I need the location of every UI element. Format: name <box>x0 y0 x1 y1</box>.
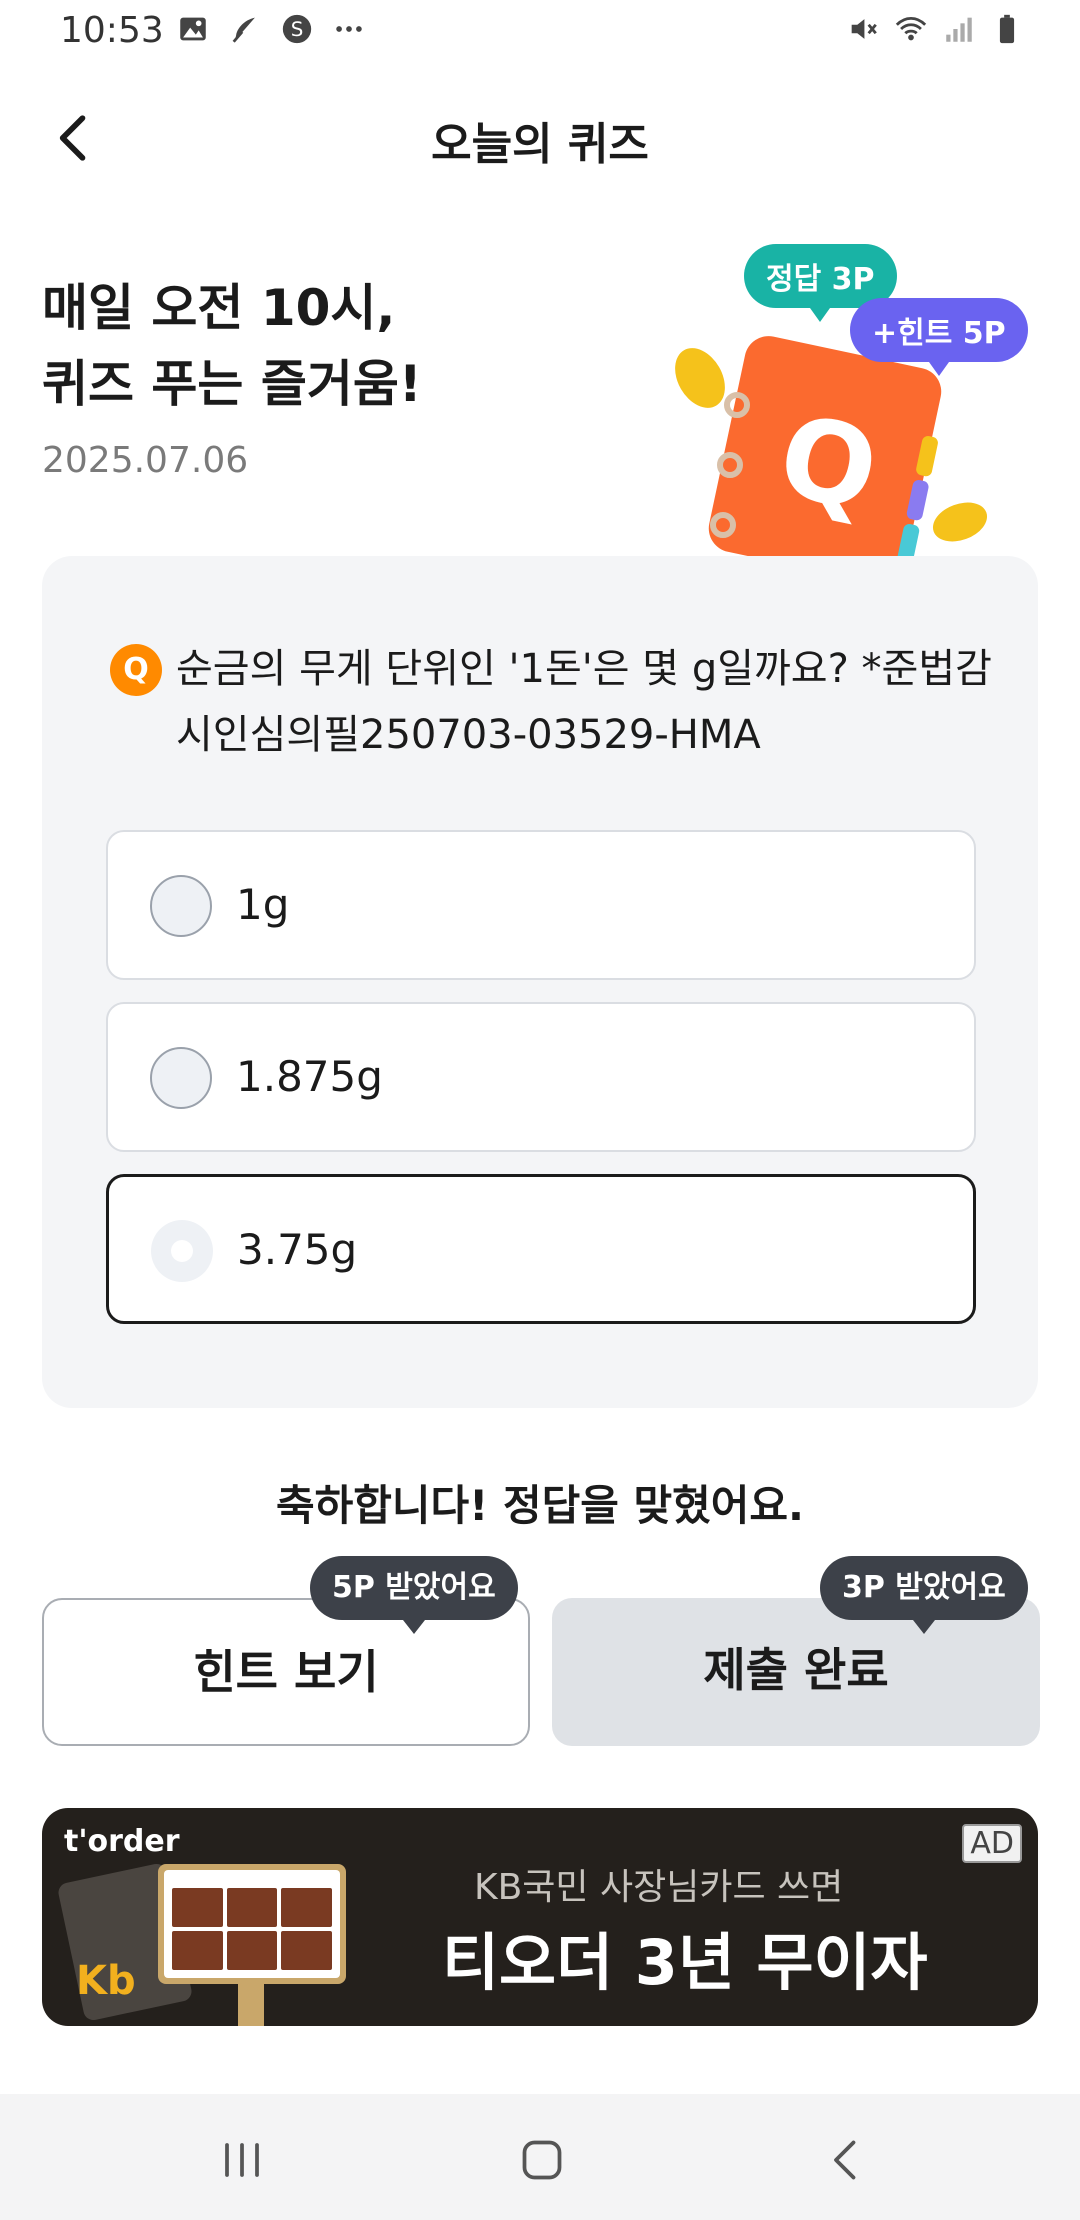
coin-right-icon <box>932 502 988 542</box>
ad-banner[interactable]: t'order Kb KB국민 사장님카드 쓰면 티오더 3년 무이자 AD <box>42 1808 1038 2026</box>
ad-tablet-image <box>158 1864 346 1984</box>
submit-complete-button[interactable]: 제출 완료 <box>552 1598 1040 1746</box>
question-card: Q 순금의 무게 단위인 '1돈'은 몇 g일까요? *준법감시인심의필2507… <box>42 556 1038 1408</box>
page-title: 오늘의 퀴즈 <box>431 119 649 170</box>
ad-tag: AD <box>962 1824 1022 1863</box>
status-time: 10:53 <box>60 10 164 51</box>
ad-card-logo: Kb <box>76 1958 136 2004</box>
system-nav-bar <box>0 2094 1080 2220</box>
result-message: 축하합니다! 정답을 맞혔어요. <box>275 1481 805 1530</box>
answer-option-label: 1g <box>236 880 290 929</box>
wifi-icon <box>895 16 927 41</box>
answer-option-label: 3.75g <box>237 1225 358 1274</box>
image-icon <box>180 17 206 41</box>
hero-title-line1: 매일 오전 10시, <box>42 279 396 337</box>
hero-title-line2: 퀴즈 푸는 즐거움! <box>42 355 422 413</box>
app-bar: 오늘의 퀴즈 <box>0 90 1080 186</box>
ad-subtitle: KB국민 사장님카드 쓰면 <box>474 1867 844 1908</box>
ad-tablet-stand <box>238 1984 264 2026</box>
hint-points-tooltip: 5P 받았어요 <box>310 1556 518 1634</box>
battery-icon <box>999 14 1015 44</box>
radio-button[interactable] <box>150 875 212 937</box>
recent-apps-icon[interactable] <box>212 2130 272 2190</box>
svg-text:S: S <box>291 18 304 41</box>
answer-option-label: 1.875g <box>236 1052 383 1101</box>
more-icon <box>336 26 362 32</box>
submit-points-tooltip: 3P 받았어요 <box>820 1556 1028 1634</box>
hero-title: 매일 오전 10시, 퀴즈 푸는 즐거움! <box>42 270 422 422</box>
radio-button-selected[interactable] <box>151 1220 213 1282</box>
answer-option-3[interactable]: 3.75g <box>106 1174 976 1324</box>
badge-hint-points: +힌트 5P <box>850 298 1028 376</box>
hint-button[interactable]: 힌트 보기 <box>42 1598 530 1746</box>
answer-option-2[interactable]: 1.875g <box>106 1002 976 1152</box>
feather-icon <box>232 17 255 43</box>
question-text: 순금의 무게 단위인 '1돈'은 몇 g일까요? *준법감시인심의필250703… <box>176 646 992 758</box>
s-circle-icon: S <box>282 14 312 44</box>
radio-button[interactable] <box>150 1047 212 1109</box>
home-icon[interactable] <box>512 2130 572 2190</box>
status-bar: 10:53 S <box>0 0 1080 64</box>
mute-icon <box>851 19 877 39</box>
quiz-date: 2025.07.06 <box>42 440 249 481</box>
ad-brand-logo: t'order <box>64 1824 180 1859</box>
ad-headline: 티오더 3년 무이자 <box>442 1926 928 1999</box>
status-icons-left: S <box>176 12 366 46</box>
question-badge-icon: Q <box>110 644 162 696</box>
status-icons-right <box>846 12 1024 46</box>
answer-option-1[interactable]: 1g <box>106 830 976 980</box>
signal-icon <box>946 17 972 42</box>
nav-back-icon[interactable] <box>816 2130 876 2190</box>
